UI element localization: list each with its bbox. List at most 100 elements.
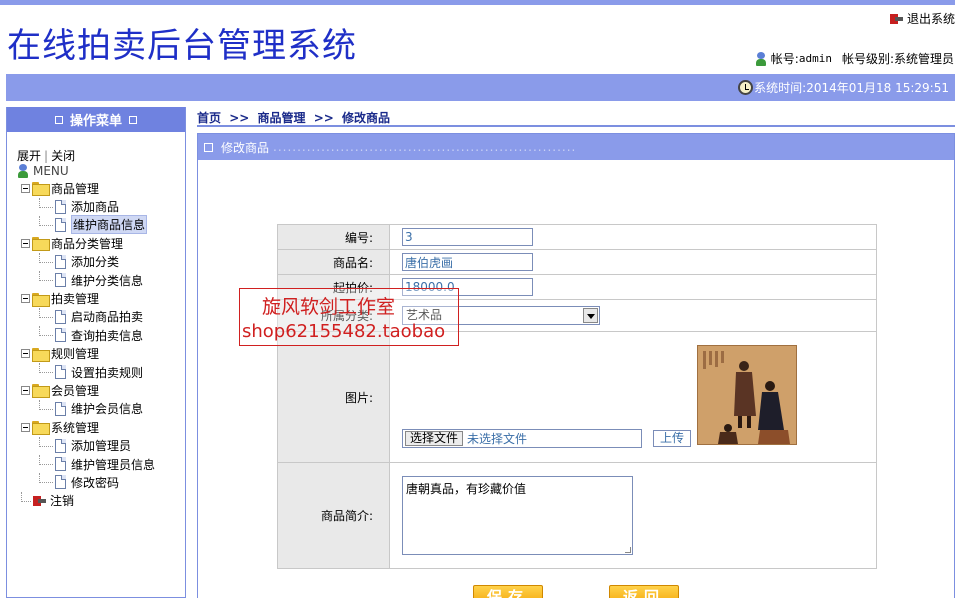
exit-icon [889, 13, 903, 25]
name-input[interactable] [402, 253, 533, 271]
logout-label: 退出系统 [906, 12, 955, 26]
menu-group-label: 拍卖管理 [51, 292, 100, 307]
painting-illustration [698, 346, 796, 444]
minus-toggle-icon[interactable] [21, 183, 30, 193]
minus-toggle-icon[interactable] [21, 238, 30, 248]
price-cell [389, 274, 877, 300]
back-button[interactable]: 返回 [609, 585, 679, 598]
minus-toggle-icon[interactable] [21, 294, 30, 304]
document-icon [55, 401, 66, 416]
menu-tree: 展开 | 关闭 MENU 商品管理 添加商品 维护商品信息 商品分类管理 添加分… [17, 149, 155, 510]
description-text: 唐朝真品，有珍藏价值 [406, 482, 527, 496]
system-time-text: 系统时间:2014年01月18 15:29:51 [754, 81, 949, 95]
breadcrumb-separator: >> [313, 111, 334, 125]
menu-item-maintain-members[interactable]: 维护会员信息 [17, 399, 155, 418]
menu-item-maintain-goods[interactable]: 维护商品信息 [17, 215, 155, 235]
folder-open-icon [32, 421, 50, 436]
menu-group-auction[interactable]: 拍卖管理 [17, 289, 155, 307]
system-time: 系统时间:2014年01月18 15:29:51 [738, 79, 949, 96]
account-prefix: 帐号: [770, 52, 799, 66]
tree-line [39, 436, 53, 447]
file-status: 未选择文件 [467, 432, 528, 446]
minus-toggle-icon[interactable] [21, 422, 30, 432]
save-button[interactable]: 保存 [473, 585, 543, 598]
logout-link[interactable]: 退出系统 [889, 10, 955, 27]
menu-item-add-goods[interactable]: 添加商品 [17, 197, 155, 215]
menu-group-label: 商品分类管理 [51, 236, 124, 251]
id-label: 编号: [277, 224, 390, 250]
resize-grip-icon[interactable] [625, 547, 631, 553]
choose-file-button[interactable]: 选择文件 [405, 431, 464, 446]
menu-group-goods[interactable]: 商品管理 [17, 179, 155, 197]
form-row-description: 商品简介: 唐朝真品，有珍藏价值 [277, 462, 877, 569]
document-icon [55, 217, 66, 232]
id-input[interactable] [402, 228, 533, 246]
folder-open-icon [32, 237, 50, 252]
account-name: admin [798, 52, 832, 65]
menu-group-category[interactable]: 商品分类管理 [17, 234, 155, 252]
image-cell: 选择文件 未选择文件 上传 [389, 331, 877, 463]
menu-item-change-password[interactable]: 修改密码 [17, 473, 155, 491]
menu-root-label: MENU [33, 164, 69, 178]
description-label: 商品简介: [277, 462, 390, 569]
tree-line [39, 252, 53, 263]
panel-header: 修改商品 ...................................… [198, 134, 954, 160]
tree-line [39, 455, 53, 466]
folder-open-icon [32, 182, 50, 197]
app-title: 在线拍卖后台管理系统 [7, 26, 357, 66]
tree-line [39, 399, 53, 410]
expand-collapse-controls: 展开 | 关闭 [17, 149, 155, 163]
document-icon [55, 254, 66, 269]
menu-item-maintain-category[interactable]: 维护分类信息 [17, 271, 155, 289]
menu-item-logout[interactable]: 注销 [17, 491, 155, 510]
square-icon [129, 115, 137, 124]
description-textarea[interactable]: 唐朝真品，有珍藏价值 [402, 476, 633, 555]
minus-toggle-icon[interactable] [21, 349, 30, 359]
folder-open-icon [32, 347, 50, 362]
menu-item-label: 维护商品信息 [71, 215, 148, 235]
collapse-all-link[interactable]: 关闭 [51, 149, 75, 163]
breadcrumb-separator: >> [229, 111, 250, 125]
tree-line [39, 363, 53, 374]
square-icon [204, 142, 213, 152]
tree-line [39, 271, 53, 282]
category-cell: 艺术品 [389, 299, 877, 332]
menu-group-members[interactable]: 会员管理 [17, 381, 155, 399]
menu-item-maintain-admin[interactable]: 维护管理员信息 [17, 455, 155, 473]
menu-item-query-auction[interactable]: 查询拍卖信息 [17, 326, 155, 344]
panel-title: 修改商品 [221, 140, 270, 155]
menu-item-start-auction[interactable]: 启动商品拍卖 [17, 307, 155, 326]
tree-line [39, 473, 53, 484]
chevron-down-icon[interactable] [583, 308, 598, 323]
menu-item-label: 维护分类信息 [71, 273, 144, 288]
watermark-line-2: shop62155482.taobao [242, 321, 446, 342]
account-level: 帐号级别:系统管理员 [841, 52, 954, 66]
time-bar: 系统时间:2014年01月18 15:29:51 [6, 74, 955, 101]
upload-button[interactable]: 上传 [653, 430, 692, 447]
expand-all-link[interactable]: 展开 [17, 149, 41, 163]
menu-item-add-admin[interactable]: 添加管理员 [17, 436, 155, 454]
breadcrumb-section[interactable]: 商品管理 [258, 111, 306, 125]
document-icon [55, 273, 66, 288]
goods-image [697, 345, 797, 445]
breadcrumb-home[interactable]: 首页 [197, 111, 221, 125]
breadcrumb: 首页 >> 商品管理 >> 修改商品 [197, 109, 955, 127]
menu-item-add-category[interactable]: 添加分类 [17, 252, 155, 271]
file-input[interactable]: 选择文件 未选择文件 [402, 429, 642, 448]
separator: | [44, 149, 49, 163]
menu-group-label: 规则管理 [51, 347, 100, 362]
document-icon [55, 365, 66, 380]
minus-toggle-icon[interactable] [21, 385, 30, 395]
document-icon [55, 475, 66, 490]
user-info: 帐号: admin 帐号级别:系统管理员 [755, 50, 954, 67]
user-icon [755, 51, 767, 66]
app-root: 在线拍卖后台管理系统 退出系统 帐号: admin 帐号级别:系统管理员 系统时… [0, 0, 955, 598]
menu-group-rules[interactable]: 规则管理 [17, 345, 155, 363]
menu-item-set-rules[interactable]: 设置拍卖规则 [17, 363, 155, 381]
tree-line [39, 197, 53, 208]
watermark-line-1: 旋风软剑工作室 [262, 296, 396, 318]
sidebar-title: 操作菜单 [69, 114, 122, 129]
menu-group-system[interactable]: 系统管理 [17, 418, 155, 436]
folder-open-icon [32, 292, 50, 307]
tree-line [39, 215, 53, 226]
